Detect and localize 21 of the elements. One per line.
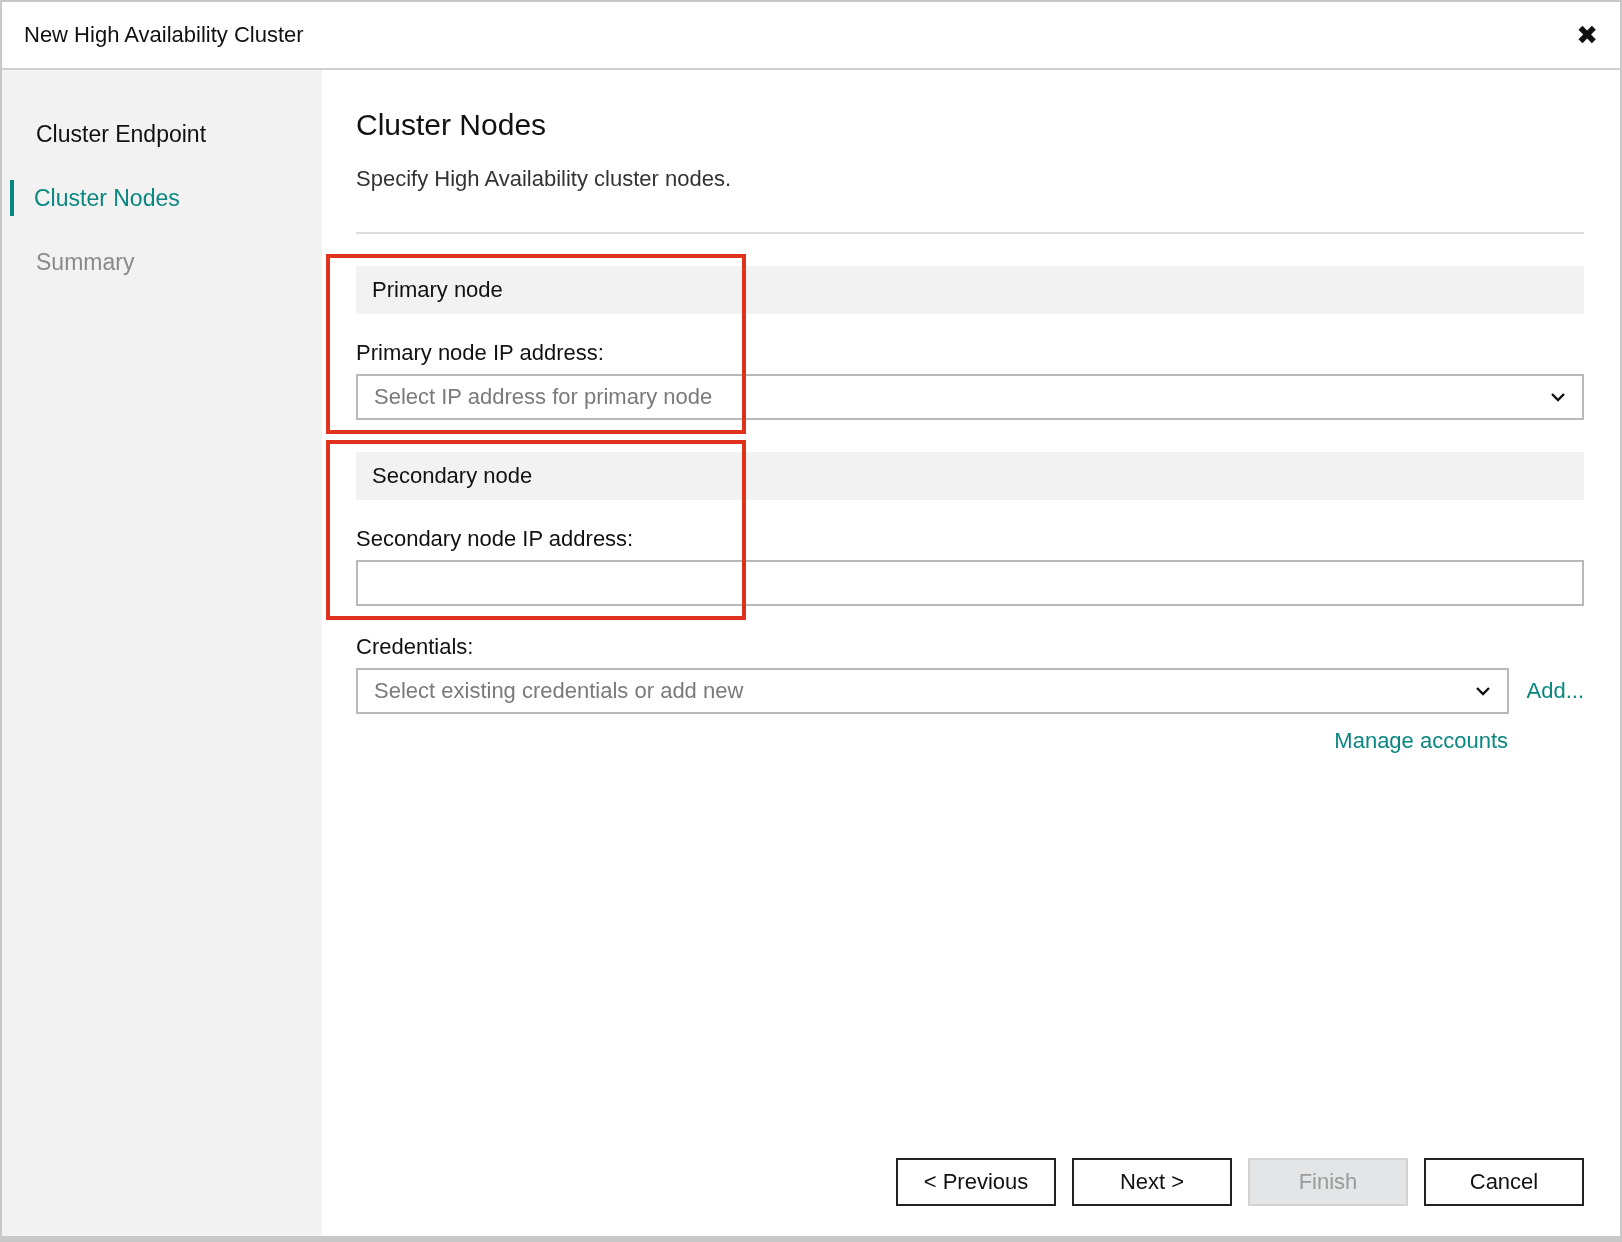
manage-accounts-link[interactable]: Manage accounts — [1334, 728, 1508, 754]
close-button[interactable]: ✖ — [1576, 20, 1598, 50]
sidebar-step[interactable]: Cluster Endpoint — [2, 116, 207, 152]
page-subtitle: Specify High Availability cluster nodes. — [356, 166, 731, 192]
field-label: Credentials: — [356, 634, 474, 660]
section-header: Secondary node — [356, 452, 1584, 500]
wizard-button[interactable]: < Previous — [896, 1158, 1056, 1206]
chevron-down-icon — [1550, 392, 1566, 402]
add-link[interactable]: Add... — [1526, 678, 1584, 704]
window-title: New High Availability Cluster — [24, 22, 304, 48]
dropdown-field[interactable]: Select existing credentials or add new — [356, 668, 1509, 714]
chevron-down-icon — [1474, 686, 1491, 696]
dropdown-field[interactable]: Select IP address for primary node — [356, 374, 1584, 420]
page-title: Cluster Nodes — [356, 108, 547, 142]
sidebar-step[interactable]: Cluster Nodes — [10, 180, 180, 216]
input-field[interactable] — [356, 560, 1584, 606]
field-label: Primary node IP address: — [356, 340, 604, 366]
section-header: Primary node — [356, 266, 1584, 314]
field-label: Secondary node IP address: — [356, 526, 634, 552]
wizard-button[interactable]: Next > — [1072, 1158, 1232, 1206]
wizard-button[interactable]: Cancel — [1424, 1158, 1584, 1206]
